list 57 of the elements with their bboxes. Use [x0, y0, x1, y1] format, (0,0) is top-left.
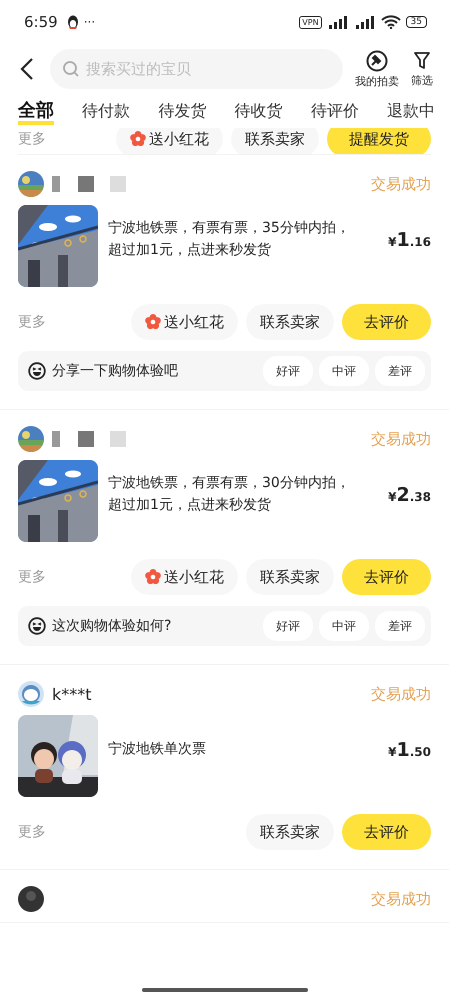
- product-title[interactable]: 宁波地铁票，有票有票，30分钟内拍，超过加1元，点进来秒发货: [108, 472, 378, 530]
- filter-icon: [413, 50, 431, 70]
- seller-name[interactable]: k***t: [52, 684, 92, 704]
- status-time: 6:59: [24, 13, 58, 31]
- product-price: ¥1.50: [388, 739, 431, 761]
- rating-button[interactable]: 好评: [263, 356, 313, 386]
- primary-action-button[interactable]: 去评价: [342, 304, 431, 340]
- rating-button[interactable]: 中评: [319, 611, 369, 641]
- order-tab[interactable]: 待评价: [310, 100, 359, 122]
- rating-button[interactable]: 差评: [375, 356, 425, 386]
- vpn-badge: VPN: [299, 16, 322, 28]
- penguin-icon: [66, 15, 79, 29]
- primary-action-button[interactable]: 去评价: [342, 559, 431, 595]
- header-action[interactable]: 筛选: [411, 50, 433, 88]
- flower-icon: [130, 131, 146, 147]
- order-tab[interactable]: 退款中: [386, 100, 435, 122]
- gavel-icon: [366, 50, 388, 72]
- rating-button[interactable]: 差评: [375, 611, 425, 641]
- wifi-icon: [380, 15, 401, 29]
- feedback-prompt: 分享一下购物体验吧: [52, 362, 178, 380]
- primary-action-button[interactable]: 去评价: [342, 814, 431, 850]
- order-tab[interactable]: 待付款: [82, 100, 130, 122]
- product-title[interactable]: 宁波地铁票，有票有票，35分钟内拍，超过加1元，点进来秒发货: [108, 217, 378, 275]
- contact-seller-button[interactable]: 联系卖家: [246, 814, 334, 850]
- flower-icon: [145, 569, 161, 585]
- signal-icon: [354, 15, 376, 29]
- primary-action-button[interactable]: 提醒发货: [327, 128, 431, 154]
- order-status: 交易成功: [371, 684, 431, 704]
- search-field[interactable]: 搜索买过的宝贝: [50, 49, 343, 89]
- product-price: ¥1.16: [388, 229, 431, 251]
- flower-icon: [145, 314, 161, 330]
- product-price: ¥2.38: [388, 484, 431, 506]
- rating-button[interactable]: 好评: [263, 611, 313, 641]
- search-icon: [62, 60, 80, 78]
- contact-seller-button[interactable]: 联系卖家: [246, 559, 334, 595]
- status-more: ···: [84, 15, 96, 29]
- product-title[interactable]: 宁波地铁单次票: [108, 738, 378, 774]
- order-tab[interactable]: 全部: [18, 98, 54, 124]
- order-status: 交易成功: [371, 890, 431, 908]
- feedback-prompt: 这次购物体验如何?: [52, 617, 172, 635]
- laughing-face-icon: [28, 362, 46, 380]
- contact-seller-button[interactable]: 联系卖家: [246, 304, 334, 340]
- back-icon[interactable]: [20, 57, 34, 81]
- send-flower-button[interactable]: 送小红花: [131, 559, 238, 595]
- header-action[interactable]: 我的拍卖: [355, 50, 399, 88]
- battery-indicator: 35: [406, 16, 427, 28]
- send-flower-button[interactable]: 送小红花: [116, 128, 223, 154]
- order-status: 交易成功: [371, 174, 431, 194]
- order-status: 交易成功: [371, 430, 431, 448]
- laughing-face-icon: [28, 617, 46, 635]
- signal-icon: [326, 15, 349, 29]
- order-tab[interactable]: 待发货: [158, 100, 206, 122]
- order-tab[interactable]: 待收货: [234, 100, 283, 122]
- contact-seller-button[interactable]: 联系卖家: [231, 128, 319, 154]
- send-flower-button[interactable]: 送小红花: [131, 304, 238, 340]
- rating-button[interactable]: 中评: [319, 356, 369, 386]
- seller-avatar[interactable]: [18, 886, 44, 912]
